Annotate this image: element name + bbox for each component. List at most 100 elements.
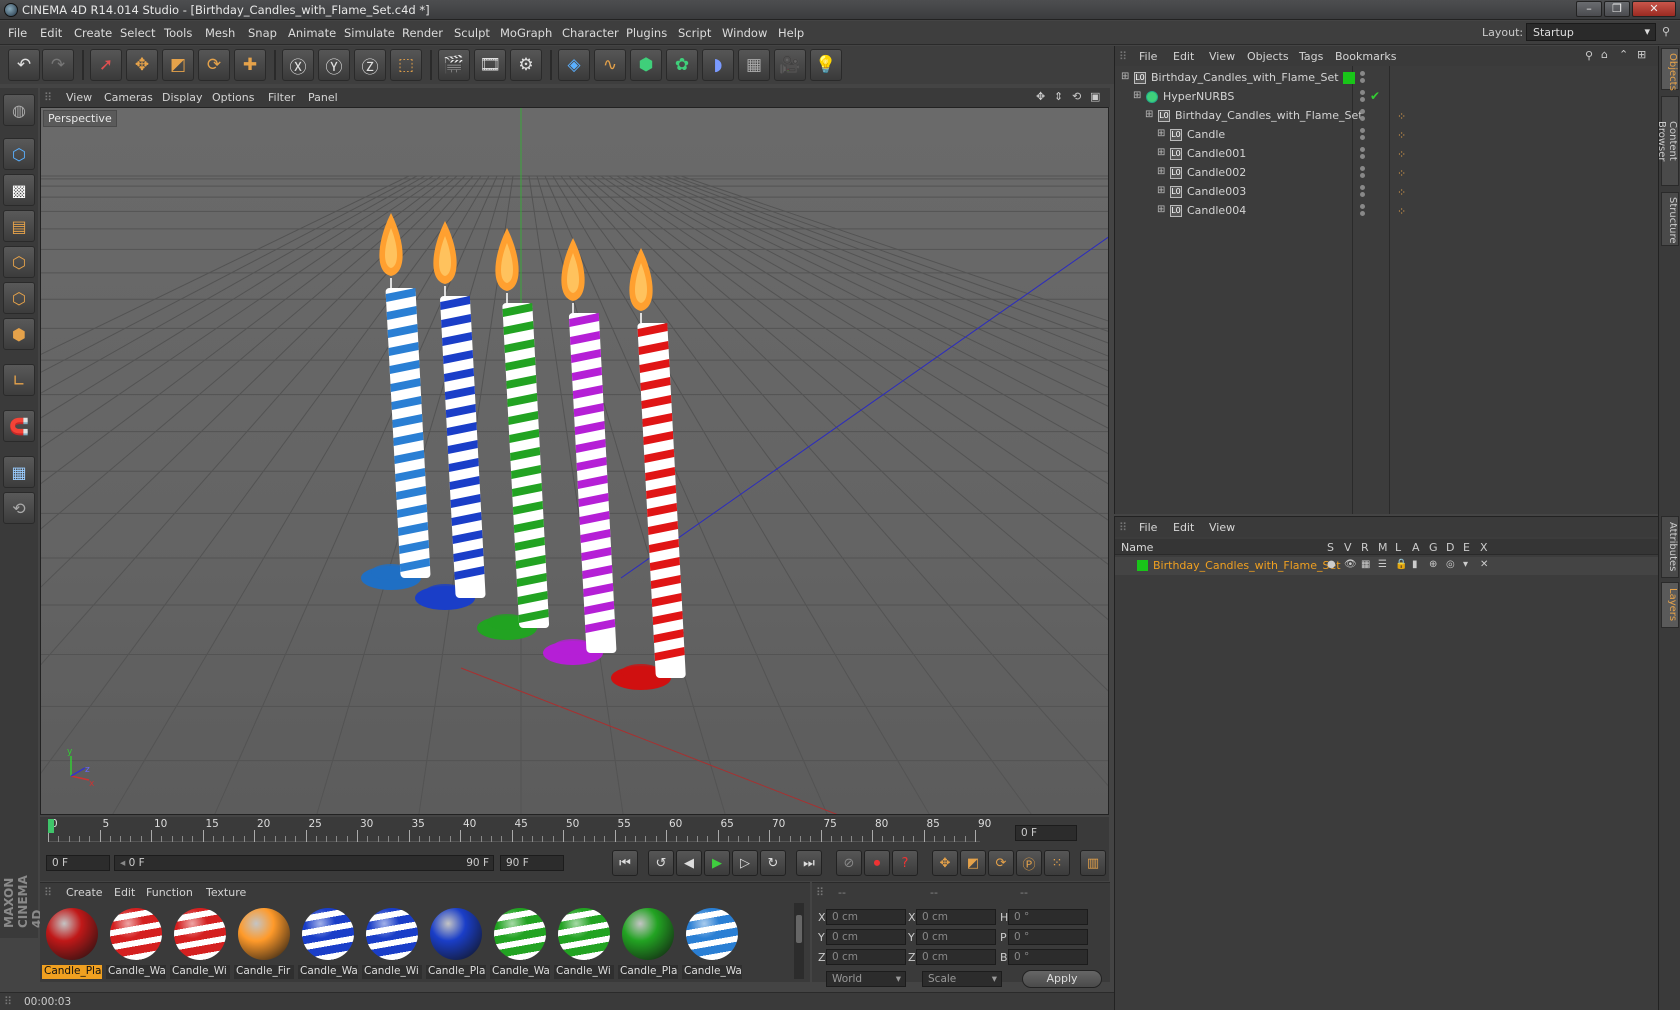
layer-row[interactable]: Birthday_Candles_with_Flame_Set ● 👁 ▦ ☰ 🔒 ▮ ⊕ ◎ ▾… [1115,557,1659,575]
coord-value-field[interactable]: 0 cm [916,909,996,925]
coord-value-field[interactable]: 0 ° [1008,949,1088,965]
coord-value-field[interactable]: 0 cm [826,949,906,965]
range-slider[interactable]: ◂ 0 F 90 F [114,855,494,871]
menu-mograph[interactable]: MoGraph [500,26,552,40]
object-row[interactable]: ⊞ HyperNURBS ✔ [1115,87,1659,107]
menu-select[interactable]: Select [120,26,155,40]
points-mode-button[interactable]: ⬡ [3,246,35,278]
object-menu-tags[interactable]: Tags [1299,50,1323,63]
up-arrow-icon[interactable]: ⌃ [1619,48,1628,61]
mograph-cloner-button[interactable]: ✿ [666,49,698,81]
material-swatch[interactable]: Candle_Wa [106,905,166,979]
close-button[interactable]: ✕ [1632,1,1676,17]
key-parameter-button[interactable]: Ⓟ [1016,850,1042,876]
tab-structure[interactable]: Structure [1661,192,1679,246]
layer-flag-icon[interactable]: 🔒 [1395,559,1407,570]
timeline-window-button[interactable]: ▥ [1080,850,1106,876]
viewport-zoom-icon[interactable]: ⇕ [1054,90,1063,103]
menu-snap[interactable]: Snap [248,26,277,40]
rotate-tool-button[interactable]: ⟳ [198,49,230,81]
end-frame-field[interactable]: 90 F [500,855,564,871]
floor-button[interactable]: ▦ [738,49,770,81]
visibility-dots-icon[interactable] [1360,128,1366,142]
render-view-button[interactable]: 🎬 [438,49,470,81]
viewport-menu-cameras[interactable]: Cameras [104,91,153,104]
material-tag-icon[interactable]: ⁘ [1397,205,1409,218]
material-swatch[interactable]: Candle_Wi [170,905,230,979]
menu-sculpt[interactable]: Sculpt [454,26,490,40]
object-menu-edit[interactable]: Edit [1173,50,1194,63]
material-swatch[interactable]: Candle_Fir [234,905,294,979]
object-row[interactable]: ⊞ L0 Candle004 ⁘ [1115,201,1659,221]
layer-name[interactable]: Birthday_Candles_with_Flame_Set [1153,559,1341,572]
menu-simulate[interactable]: Simulate [344,26,395,40]
visibility-dots-icon[interactable] [1360,166,1366,180]
move-tool-button[interactable]: ✥ [126,49,158,81]
material-swatch[interactable]: Candle_Wi [362,905,422,979]
autokey-button[interactable]: ⏺ [864,850,890,876]
expand-icon[interactable]: ⊞ [1157,128,1165,139]
material-swatch[interactable]: Candle_Wi [554,905,614,979]
menu-create[interactable]: Create [74,26,112,40]
coord-mode-select[interactable]: World ▾ [826,971,906,987]
edges-mode-button[interactable]: ⬡ [3,282,35,314]
material-swatch[interactable]: Candle_Wa [490,905,550,979]
layer-flag-icon[interactable]: ▦ [1361,559,1370,570]
viewport-menu-panel[interactable]: Panel [308,91,338,104]
viewport-rotate-icon[interactable]: ⟲ [1072,90,1081,103]
layer-color-swatch[interactable] [1137,560,1148,571]
menu-mesh[interactable]: Mesh [205,26,235,40]
coordinate-system-button[interactable]: ⬚ [390,49,422,81]
coord-value-field[interactable]: 0 cm [826,929,906,945]
visibility-dots-icon[interactable] [1360,147,1366,161]
material-tag-icon[interactable]: ⁘ [1397,148,1409,161]
object-menu-view[interactable]: View [1209,50,1235,63]
scale-tool-button[interactable]: ◩ [162,49,194,81]
material-menu-texture[interactable]: Texture [206,886,246,899]
material-menu-create[interactable]: Create [66,886,103,899]
object-row[interactable]: ⊞ L0 Candle002 ⁘ [1115,163,1659,183]
expand-icon[interactable]: ⊞ [1157,166,1165,177]
coord-value-field[interactable]: 0 cm [916,929,996,945]
layout-select[interactable]: Startup ▾ [1526,23,1656,41]
model-mode-button[interactable]: ⬡ [3,138,35,170]
visibility-dots-icon[interactable] [1360,109,1366,123]
layer-menu-file[interactable]: File [1139,521,1157,534]
object-menu-bookmarks[interactable]: Bookmarks [1335,50,1396,63]
enabled-check-icon[interactable]: ✔ [1370,89,1380,103]
material-swatch[interactable]: Candle_Pla [618,905,678,979]
visibility-dots-icon[interactable] [1360,204,1366,218]
layer-flag-icon[interactable]: ▾ [1463,559,1468,570]
layer-flag-icon[interactable]: ▮ [1412,559,1418,570]
goto-start-button[interactable]: ⏮ [612,850,638,876]
visibility-dots-icon[interactable] [1360,185,1366,199]
layer-flag-icon[interactable]: ⊕ [1429,559,1437,570]
menu-animate[interactable]: Animate [288,26,336,40]
tab-attributes[interactable]: Attributes [1661,516,1679,578]
live-selection-button[interactable]: ✚ [234,49,266,81]
viewport-perspective[interactable]: y z x Perspective [40,107,1109,815]
material-swatch[interactable]: Candle_Pla [426,905,486,979]
menu-render[interactable]: Render [402,26,443,40]
viewport-menu-filter[interactable]: Filter [268,91,295,104]
menu-help[interactable]: Help [778,26,804,40]
expand-icon[interactable]: ⊞ [1133,90,1141,101]
x-axis-button[interactable]: Ⓧ [282,49,314,81]
search-icon[interactable]: ⚲ [1585,49,1593,62]
layer-flag-icon[interactable]: ◎ [1446,559,1455,570]
menu-tools[interactable]: Tools [164,26,192,40]
timeline-ticks[interactable]: 0 5 10 15 20 25 30 35 40 45 50 55 60 65 70 75 80 85 90 [48,818,991,842]
playhead-marker[interactable] [48,819,54,833]
object-menu-objects[interactable]: Objects [1247,50,1289,63]
record-keys-button[interactable]: ⊘ [836,850,862,876]
coord-scale-select[interactable]: Scale ▾ [922,971,1002,987]
menu-plugins[interactable]: Plugins [626,26,667,40]
polygons-mode-button[interactable]: ⬢ [3,318,35,350]
viewport-menu-view[interactable]: View [66,91,92,104]
menu-edit[interactable]: Edit [40,26,62,40]
prev-frame-button[interactable]: ◀ [676,850,702,876]
maximize-button[interactable]: ❐ [1604,1,1630,17]
current-frame-field[interactable]: 0 F [1015,825,1077,841]
layer-flag-icon[interactable]: 👁 [1344,559,1357,570]
z-axis-button[interactable]: Ⓩ [354,49,386,81]
